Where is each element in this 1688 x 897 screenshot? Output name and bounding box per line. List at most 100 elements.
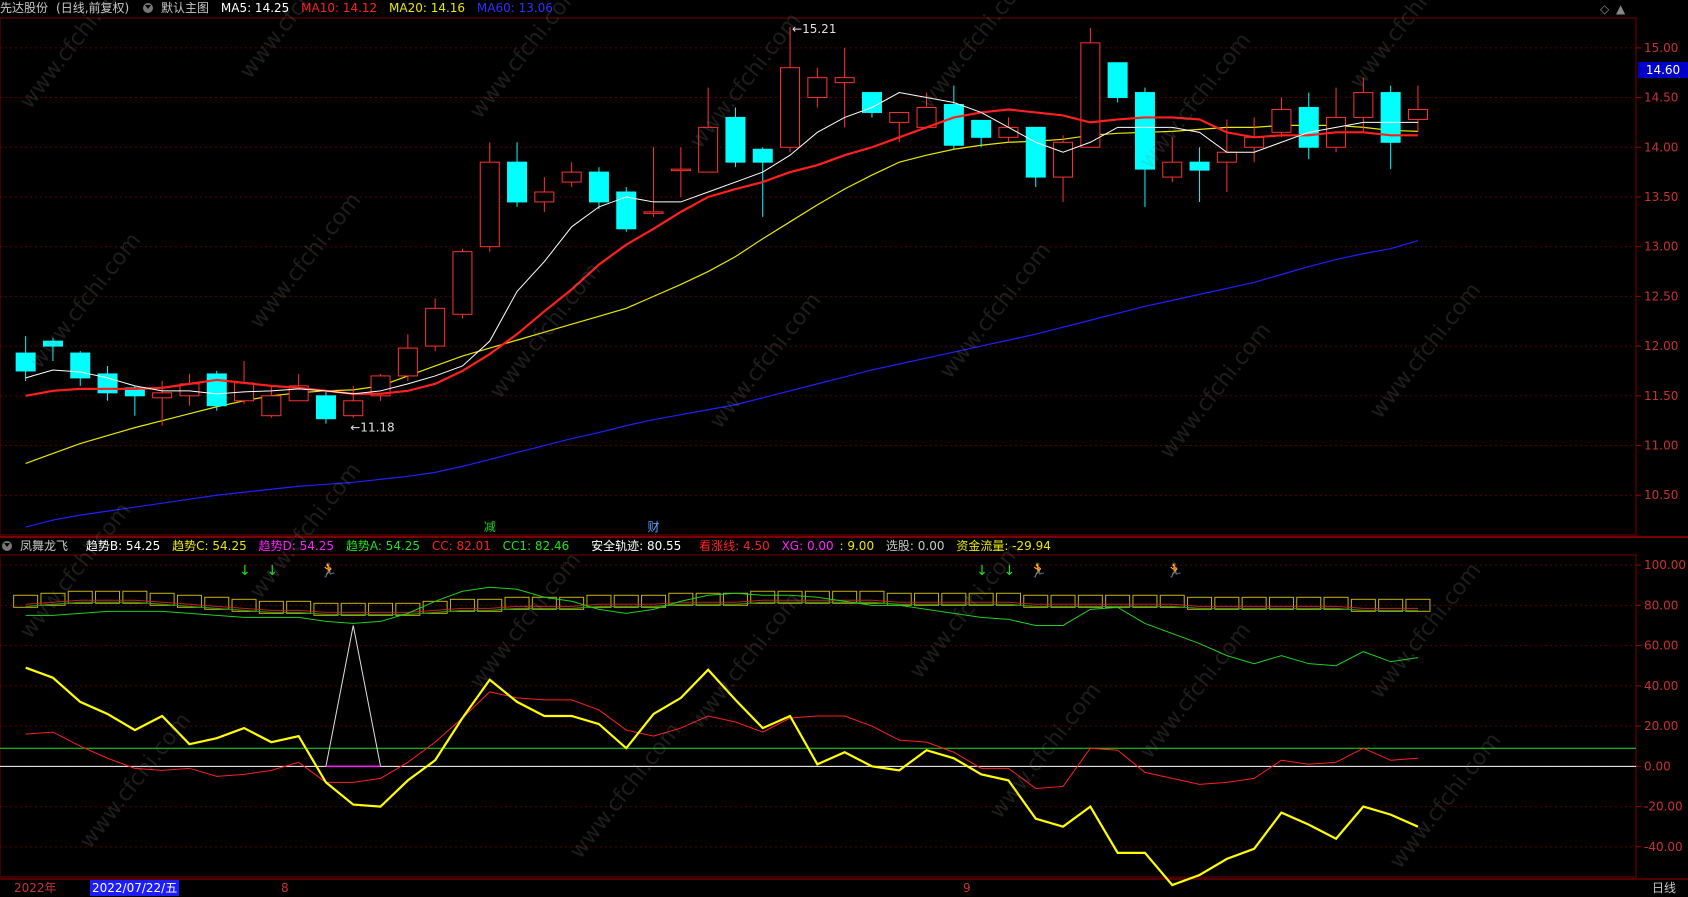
bull-line-value: 看涨线: 4.50 (699, 539, 770, 553)
buy-arrow-icon: ↓ (239, 563, 251, 579)
ma60-value: MA60: 13.06 (476, 1, 553, 15)
watermark-text: www.cfchi.com (1385, 728, 1506, 873)
indicator-dropdown-icon[interactable] (2, 541, 12, 551)
watermark-text: www.cfchi.com (915, 0, 1036, 114)
event-marker-finance: 财 (648, 520, 660, 534)
scroll-up-icon[interactable]: ▲ (1616, 2, 1625, 16)
candle-body (780, 67, 801, 148)
sub-axis-label: 100.00 (1644, 558, 1686, 572)
band-green-line (25, 601, 1418, 615)
period-label[interactable]: 日线 (1652, 879, 1676, 897)
candle-body (70, 352, 91, 379)
candle-body (534, 191, 555, 203)
xg-value: XG: 0.00 (781, 539, 834, 553)
candle-body (1407, 108, 1428, 120)
sub-axis-label: 20.00 (1644, 719, 1678, 733)
watermark-text: www.cfchi.com (1345, 0, 1466, 94)
candle-body (588, 171, 609, 203)
price-axis-label: 14.50 (1644, 91, 1678, 105)
trend-a-value: 趋势A: 54.25 (345, 539, 421, 553)
band-box (1296, 596, 1322, 610)
price-axis-label: 12.00 (1644, 339, 1678, 353)
watermark-text: www.cfchi.com (15, 0, 136, 114)
candle-body (1244, 136, 1265, 148)
ma20-value: MA20: 14.16 (389, 1, 466, 15)
candle-body (1080, 42, 1101, 148)
band-box (995, 592, 1021, 606)
band-box (95, 590, 121, 604)
candle-body (479, 161, 500, 248)
current-price-box: 14.60 (1638, 62, 1688, 78)
year-label: 2022年 (14, 881, 57, 895)
watermark-text: www.cfchi.com (935, 238, 1056, 383)
candle-body (1025, 126, 1046, 178)
month-9-label: 9 (963, 881, 971, 895)
watermark-text: www.cfchi.com (705, 288, 826, 433)
band-box (914, 592, 940, 606)
watermark-text: www.cfchi.com (465, 0, 586, 124)
watermark-text: www.cfchi.com (25, 228, 146, 373)
band-box (1214, 596, 1240, 610)
candle-body (1053, 141, 1074, 178)
sub-axis-label: 60.00 (1644, 639, 1678, 653)
watermark-text: www.cfchi.com (245, 458, 366, 603)
price-axis-label: 11.50 (1644, 389, 1678, 403)
candle-body (561, 171, 582, 183)
candle-body (1271, 108, 1292, 133)
candle-body (1162, 161, 1183, 178)
candle-body (1298, 106, 1319, 148)
watermark-text: www.cfchi.com (1155, 318, 1276, 463)
watermark-text: www.cfchi.com (1365, 558, 1486, 703)
main-chart-header: 先达股份 (日线,前复权) 默认主图 MA5: 14.25 MA10: 14.12… (0, 0, 561, 16)
price-axis-label: 15.00 (1644, 41, 1678, 55)
sub-axis-label: 0.00 (1644, 759, 1671, 773)
candle-body (616, 191, 637, 230)
runner-icon: 🏃 (1030, 562, 1047, 579)
candle-body (834, 77, 855, 84)
month-8-label: 8 (281, 881, 289, 895)
template-dropdown-icon[interactable] (143, 3, 154, 13)
flow-value: 资金流量: -29.94 (956, 539, 1051, 553)
band-box (859, 590, 885, 604)
candle-body (643, 211, 664, 214)
trend-b-value: 趋势B: 54.25 (85, 539, 161, 553)
candle-body (452, 251, 473, 315)
candle-body (807, 77, 828, 99)
candle-body (397, 347, 418, 377)
candle-body (1353, 92, 1374, 118)
price-axis-label: 14.00 (1644, 140, 1678, 154)
candle-body (752, 148, 773, 163)
candle-body (670, 168, 691, 172)
ma10-line (25, 108, 1418, 397)
watermark-text: www.cfchi.com (1135, 618, 1256, 763)
ma10-value: MA10: 14.12 (301, 1, 378, 15)
candle-body (206, 373, 227, 407)
indicator-name[interactable]: 凤舞龙飞 (20, 539, 68, 553)
diamond-icon[interactable]: ◇ (1600, 2, 1609, 16)
candle-body (1189, 161, 1210, 171)
band-box (1241, 596, 1267, 610)
watermark-text: www.cfchi.com (15, 498, 136, 643)
sub-axis-label: -40.00 (1644, 840, 1683, 854)
price-axis-label: 13.50 (1644, 190, 1678, 204)
sub-axis-label: 40.00 (1644, 679, 1678, 693)
selected-date[interactable]: 2022/07/22/五 (90, 880, 180, 896)
event-marker-reduce: 减 (484, 520, 496, 534)
candle-body (343, 400, 364, 417)
candle-body (152, 392, 173, 399)
template-name[interactable]: 默认主图 (161, 1, 209, 15)
candle-body (507, 161, 528, 203)
stock-name[interactable]: 先达股份 (日线,前复权) (0, 1, 137, 15)
sub-chart-header: 凤舞龙飞 趋势B: 54.25 趋势C: 54.25 趋势D: 54.25 趋势… (2, 538, 1059, 554)
ma5-value: MA5: 14.25 (220, 1, 290, 15)
candle-body (425, 307, 446, 347)
cc-value: CC: 82.01 (431, 539, 491, 553)
watermark-text: www.cfchi.com (565, 718, 686, 863)
chart-canvas[interactable]: 15.00 14.50 14.00 13.50 13.00 12.50 12.00 11.50… (0, 0, 1688, 897)
band-box (750, 590, 776, 604)
watermark-text: www.cfchi.com (245, 188, 366, 333)
date-bar: 2022年 2022/07/22/五 8 9 日线 (0, 879, 1688, 897)
stock-chart-window: 15.00 14.50 14.00 13.50 13.00 12.50 12.00 11.50… (0, 0, 1688, 897)
candle-body (725, 116, 746, 163)
band-box (1323, 596, 1349, 610)
